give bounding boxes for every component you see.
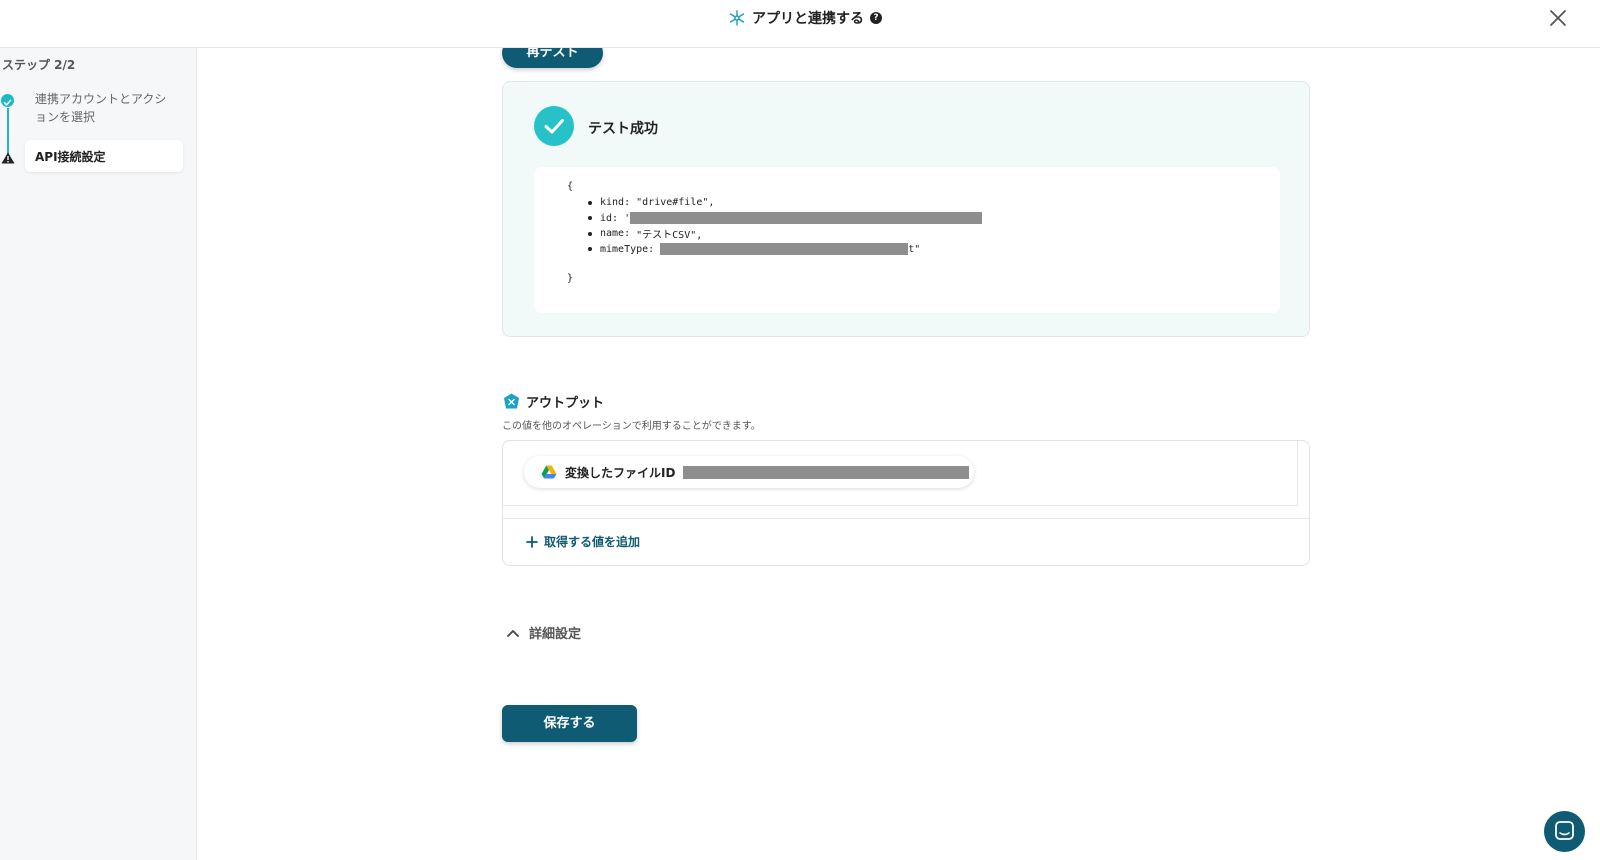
page-title: アプリと連携する (752, 11, 864, 27)
add-output-value-label: 取得する値を追加 (544, 535, 641, 549)
json-fields: kind: "drive#file", id: ' name: "テストCSV"… (588, 195, 983, 258)
google-drive-icon (541, 465, 557, 479)
json-value-suffix: t" (908, 243, 921, 255)
header-title-group: アプリと連携する ? (728, 8, 882, 28)
redacted-value (630, 212, 983, 225)
header-bar: アプリと連携する ? (0, 0, 1600, 48)
output-card: 変換したファイルID 取得する値を追加 (502, 440, 1310, 566)
close-icon[interactable] (1546, 6, 1570, 30)
output-values-area: 変換したファイルID (503, 441, 1298, 506)
json-field-mimetype: mimeType: t" (588, 242, 982, 258)
json-response: { kind: "drive#file", id: ' name: "テストCS… (534, 167, 1280, 313)
advanced-settings-toggle[interactable]: 詳細設定 (507, 623, 581, 642)
output-description: この値を他のオペレーションで利用することができます。 (502, 421, 761, 432)
save-button[interactable]: 保存する (502, 705, 637, 742)
output-header: アウトプット (503, 392, 604, 411)
plus-icon (526, 535, 538, 548)
advanced-settings-label: 詳細設定 (529, 627, 582, 642)
chat-icon (1555, 821, 1574, 840)
success-check-icon (534, 106, 574, 146)
app-link-icon (729, 10, 745, 26)
redacted-value (683, 465, 970, 479)
json-field-name: name: "テストCSV", (588, 226, 982, 242)
step-item-api-settings[interactable]: API接続設定 (25, 140, 183, 172)
divider (503, 518, 1309, 519)
help-icon[interactable]: ? (870, 12, 882, 24)
json-value: "テストCSV", (636, 230, 703, 242)
chat-launcher-button[interactable] (1544, 811, 1585, 852)
json-field-kind: kind: "drive#file", (588, 195, 982, 211)
json-close-brace: } (567, 273, 574, 284)
json-open-brace: { (567, 181, 574, 192)
json-key: mimeType: (600, 243, 655, 255)
output-value-chip[interactable]: 変換したファイルID (524, 456, 974, 488)
json-field-id: id: ' (588, 211, 983, 227)
step-connector (7, 108, 9, 158)
json-value: "drive#file", (636, 197, 715, 209)
success-title: テスト成功 (588, 121, 658, 137)
step-item-account-action[interactable]: 連携アカウントとアクションを選択 (35, 90, 175, 126)
step-complete-icon (1, 94, 14, 107)
chevron-up-icon (507, 629, 519, 637)
warning-icon (1, 152, 15, 164)
step-sidebar: ステップ 2/2 連携アカウントとアクションを選択 API接続設定 (0, 48, 197, 860)
json-key: kind: (600, 197, 631, 209)
redacted-value (660, 243, 909, 256)
step-counter: ステップ 2/2 (2, 58, 76, 72)
output-icon (504, 393, 519, 409)
json-key: name: (600, 228, 631, 240)
add-output-value-button[interactable]: 取得する値を追加 (526, 533, 640, 550)
output-title: アウトプット (526, 396, 605, 411)
test-success-card: テスト成功 { kind: "drive#file", id: ' name: … (502, 81, 1310, 337)
json-key: id: (600, 212, 619, 224)
output-value-label: 変換したファイルID (565, 465, 676, 480)
